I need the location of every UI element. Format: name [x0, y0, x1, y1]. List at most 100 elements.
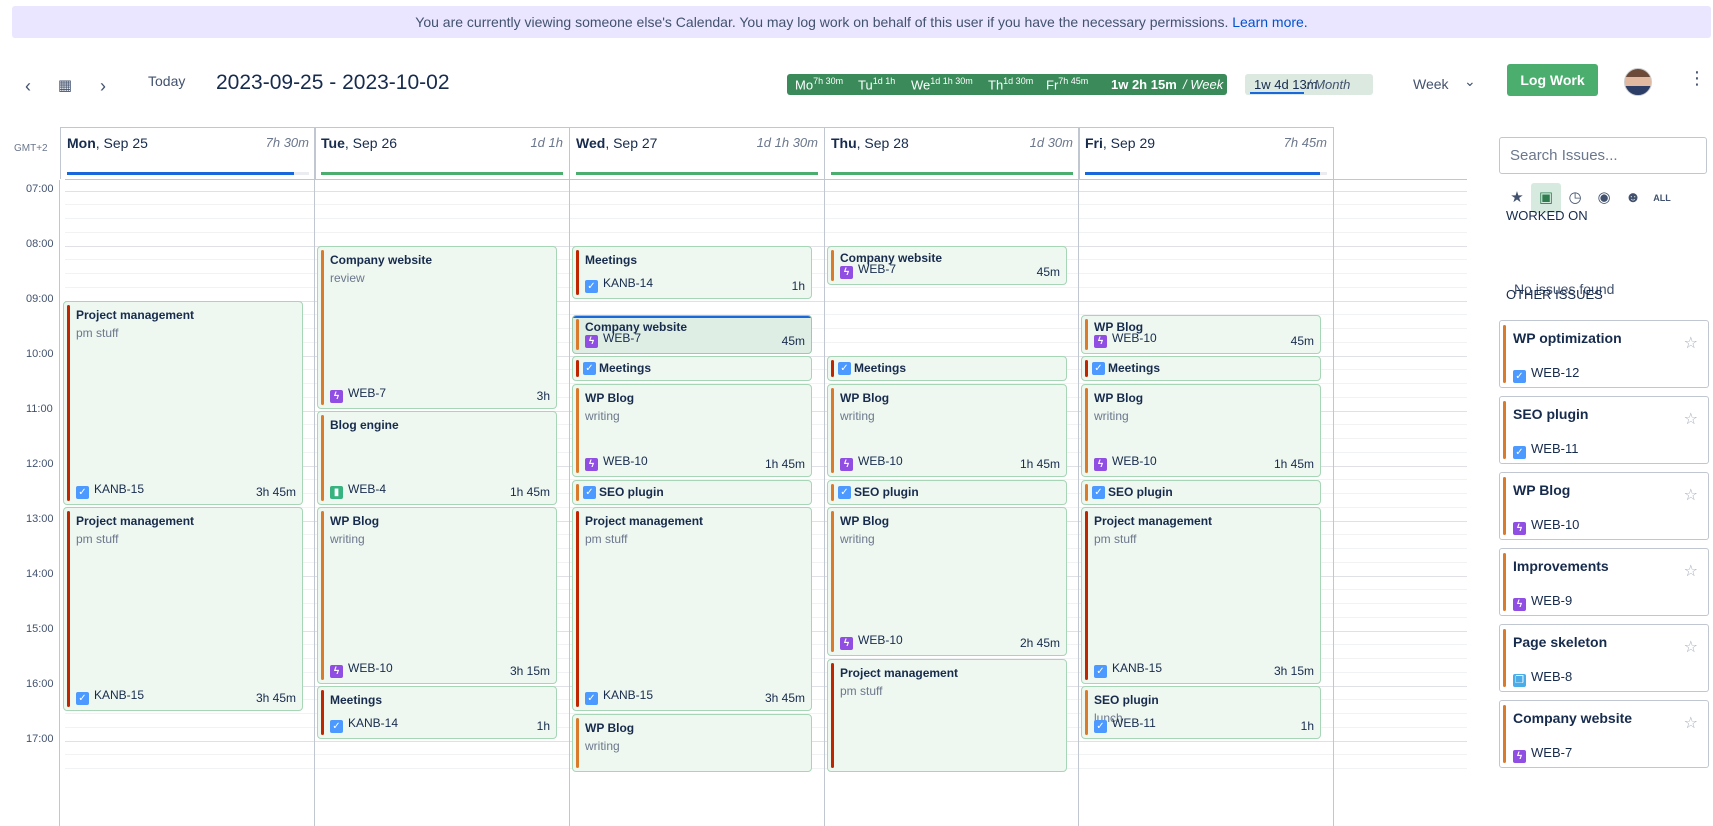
worklog-event[interactable]: Meetings ✓ KANB-14 1h	[572, 246, 812, 299]
avatar[interactable]	[1624, 68, 1652, 96]
worklog-event[interactable]: Project management pm stuff ✓ KANB-15 3h 15m	[1081, 507, 1321, 684]
time-label: 09:00	[26, 292, 54, 305]
user-icon[interactable]: ☻	[1618, 183, 1648, 213]
issue-type-icon: ✓	[1094, 664, 1107, 678]
chevron-left-icon[interactable]: ‹	[16, 74, 40, 98]
event-issue-key: ✓ KANB-15	[76, 688, 144, 705]
event-title: SEO plugin	[599, 484, 664, 499]
day-name: Wed, Sep 27	[576, 135, 658, 151]
issue-key: ϟ WEB-10	[1513, 517, 1579, 535]
issue-type-icon: ϟ	[1094, 334, 1107, 348]
log-work-button[interactable]: Log Work	[1507, 64, 1598, 96]
issue-card[interactable]: WP optimization ☆ ✓ WEB-12	[1499, 320, 1709, 388]
issue-type-icon: ❐	[1513, 674, 1526, 687]
all-icon[interactable]: ALL	[1647, 183, 1677, 213]
worklog-event[interactable]: Meetings ✓	[572, 356, 812, 381]
star-icon[interactable]: ☆	[1684, 409, 1698, 429]
event-issue-key: ▮ WEB-4	[330, 482, 386, 499]
day-column-divider	[569, 180, 570, 826]
star-icon[interactable]: ☆	[1684, 485, 1698, 505]
issue-type-icon: ϟ	[1513, 522, 1526, 535]
issue-card[interactable]: Page skeleton ☆ ❐ WEB-8	[1499, 624, 1709, 692]
issue-type-icon: ϟ	[1513, 598, 1526, 611]
quarter-gridline	[65, 204, 1467, 206]
time-label: 17:00	[26, 732, 54, 745]
star-icon[interactable]: ☆	[1684, 713, 1698, 733]
issue-title: Company website	[1513, 710, 1633, 726]
issue-type-icon: ✓	[76, 485, 89, 499]
eye-icon[interactable]: ◉	[1589, 183, 1619, 213]
event-duration: 2h 45m	[1019, 636, 1060, 650]
issue-card[interactable]: Improvements ☆ ϟ WEB-9	[1499, 548, 1709, 616]
issue-title: Improvements	[1513, 558, 1609, 574]
issue-card[interactable]: Company website ☆ ϟ WEB-7	[1499, 700, 1709, 768]
event-issue-key: ϟ WEB-10	[840, 454, 903, 472]
event-issue-key: ✓ KANB-14	[330, 716, 398, 733]
event-color-edge	[831, 360, 834, 377]
worklog-event[interactable]: WP Blog writing ϟ WEB-10 1h 45m	[827, 383, 1067, 478]
issue-type-icon: ✓	[583, 485, 596, 499]
day-header: Wed, Sep 27 1d 1h 30m	[569, 127, 825, 179]
issue-key: ❐ WEB-8	[1513, 669, 1572, 687]
learn-more-link[interactable]: Learn more.	[1232, 14, 1307, 30]
worklog-event[interactable]: WP Blog writing ϟ WEB-10 1h 45m	[1081, 383, 1321, 478]
worklog-event[interactable]: SEO plugin lunch ✓ WEB-11 1h	[1081, 686, 1321, 739]
worklog-event[interactable]: Project management pm stuff ✓ KANB-15 3h 45m	[63, 507, 303, 711]
worklog-event[interactable]: Blog engine ▮ WEB-4 1h 45m	[317, 411, 557, 505]
worklog-event[interactable]: WP Blog writing ϟ WEB-10 2h 45m	[827, 507, 1067, 656]
view-select-label: Week	[1413, 76, 1449, 92]
view-select[interactable]: Week ⌄	[1413, 73, 1476, 92]
issue-key: ϟ WEB-9	[1513, 593, 1572, 611]
event-title: Project management	[840, 665, 959, 680]
worklog-event[interactable]: Company website ϟ WEB-7 45m	[827, 246, 1067, 285]
event-title: Project management	[1094, 514, 1213, 529]
search-input[interactable]	[1499, 137, 1707, 174]
time-label: 07:00	[26, 182, 54, 195]
event-description: pm stuff	[1094, 532, 1137, 547]
event-color-edge	[1085, 511, 1088, 680]
event-title: WP Blog	[840, 514, 890, 529]
time-label: 08:00	[26, 237, 54, 250]
worklog-event[interactable]: WP Blog writing	[572, 713, 812, 772]
worklog-event[interactable]: SEO plugin ✓	[572, 479, 812, 505]
week-day-summary: Tu1d 1h	[858, 76, 896, 93]
issue-card[interactable]: WP Blog ☆ ϟ WEB-10	[1499, 472, 1709, 540]
worklog-event[interactable]: Project management pm stuff ✓ KANB-15 3h 45m	[572, 507, 812, 711]
event-duration: 1h	[1300, 718, 1314, 733]
worklog-event[interactable]: Project management pm stuff	[827, 658, 1067, 772]
star-icon[interactable]: ☆	[1684, 637, 1698, 657]
issues-panel: ★▣◷◉☻ALL WORKED ON No issues found OTHER…	[1480, 127, 1713, 826]
worklog-event[interactable]: Meetings ✓	[827, 356, 1067, 381]
issue-type-icon: ✓	[585, 692, 598, 705]
worklog-event[interactable]: SEO plugin ✓	[1081, 479, 1321, 505]
star-icon[interactable]: ☆	[1684, 333, 1698, 353]
event-title: WP Blog	[840, 390, 890, 405]
worklog-event[interactable]: Company website review ϟ WEB-7 3h	[317, 246, 557, 409]
day-progress-bar	[831, 172, 1073, 175]
more-icon[interactable]: ⋮	[1688, 68, 1706, 89]
issue-card[interactable]: SEO plugin ☆ ✓ WEB-11	[1499, 396, 1709, 464]
calendar-icon[interactable]: ▦	[53, 74, 77, 98]
worklog-event[interactable]: Company website ϟ WEB-7 45m	[572, 314, 812, 354]
worklog-event[interactable]: WP Blog writing ϟ WEB-10 3h 15m	[317, 507, 557, 684]
worklog-event[interactable]: WP Blog writing ϟ WEB-10 1h 45m	[572, 383, 812, 478]
issue-type-icon: ✓	[1092, 485, 1105, 499]
worklog-event[interactable]: WP Blog ϟ WEB-10 45m	[1081, 314, 1321, 354]
worklog-event[interactable]: Meetings ✓	[1081, 356, 1321, 381]
worklog-event[interactable]: Meetings ✓ KANB-14 1h	[317, 686, 557, 739]
day-name: Thu, Sep 28	[831, 135, 909, 151]
event-color-edge	[321, 250, 324, 405]
event-issue-key: ✓ KANB-15	[585, 688, 653, 705]
resize-handle[interactable]	[573, 315, 811, 318]
time-label: 12:00	[26, 457, 54, 470]
worklog-event[interactable]: Project management pm stuff ✓ KANB-15 3h 45m	[63, 301, 303, 505]
calendar-toolbar: ‹ ▦ › Today 2023-09-25 - 2023-10-02 Mo7h…	[0, 62, 1713, 112]
day-progress-fill	[1085, 172, 1320, 175]
event-color-edge	[321, 511, 324, 680]
worklog-event[interactable]: SEO plugin ✓	[827, 479, 1067, 505]
star-icon[interactable]: ☆	[1684, 561, 1698, 581]
month-progress-bar	[1250, 92, 1304, 94]
today-button[interactable]: Today	[148, 73, 185, 89]
chevron-right-icon[interactable]: ›	[91, 74, 115, 98]
event-duration: 3h 45m	[255, 691, 296, 705]
